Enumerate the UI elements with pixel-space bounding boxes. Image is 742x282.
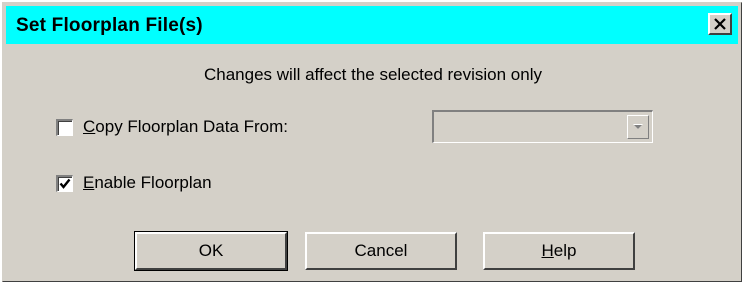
enable-floorplan-checkbox[interactable] bbox=[56, 175, 73, 192]
copy-label-rest: opy Floorplan Data From: bbox=[95, 117, 289, 136]
title-bar[interactable]: Set Floorplan File(s) bbox=[6, 6, 738, 44]
enable-label-rest: nable Floorplan bbox=[94, 173, 212, 192]
help-button[interactable]: Help bbox=[483, 232, 635, 270]
copy-accel-key: C bbox=[83, 117, 96, 136]
close-button[interactable] bbox=[708, 13, 732, 35]
copy-floorplan-label[interactable]: Copy Floorplan Data From: bbox=[83, 117, 288, 137]
copy-source-combobox[interactable] bbox=[432, 110, 653, 143]
cancel-button[interactable]: Cancel bbox=[305, 232, 457, 270]
ok-button[interactable]: OK bbox=[134, 231, 288, 271]
info-message: Changes will affect the selected revisio… bbox=[204, 65, 542, 84]
dialog-title: Set Floorplan File(s) bbox=[16, 15, 203, 36]
enable-floorplan-label[interactable]: Enable Floorplan bbox=[83, 173, 212, 193]
help-accel-key: H bbox=[541, 241, 554, 260]
combo-dropdown-button[interactable] bbox=[627, 115, 649, 139]
enable-accel-key: E bbox=[83, 173, 95, 192]
set-floorplan-dialog: Set Floorplan File(s) Changes will affec… bbox=[2, 2, 742, 282]
help-label-rest: elp bbox=[553, 241, 577, 260]
copy-floorplan-checkbox[interactable] bbox=[56, 119, 73, 136]
